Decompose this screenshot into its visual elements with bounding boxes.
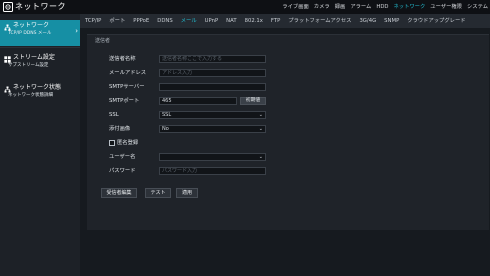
top-bar: ネットワーク ライブ画面 カメラ 録画 アラーム HDD ネットワーク ユーザー… [0, 0, 490, 14]
tab-tcpip[interactable]: TCP/IP [85, 14, 101, 28]
top-menu-hdd[interactable]: HDD [376, 0, 388, 14]
network-logo-icon [3, 2, 13, 12]
sidebar-item-title: ストリーム設定 [13, 54, 55, 61]
tab-upnp[interactable]: UPnP [205, 14, 219, 28]
chevron-down-icon: ⌄ [258, 154, 263, 160]
sender-name-input[interactable]: 送信者名称ここで入力する [159, 55, 266, 63]
password-input[interactable]: パスワード入力 [159, 167, 266, 175]
sidebar-item-title: ネットワーク状態 [13, 84, 62, 91]
main-content: 送信者 送信者名称 送信者名称ここで入力する メールアドレス アドレス入力 SM… [80, 28, 490, 276]
top-menu-alarm[interactable]: アラーム [350, 0, 371, 14]
tab-cloud-upgrade[interactable]: クラウドアップグレード [407, 14, 465, 28]
tab-ddns[interactable]: DDNS [157, 14, 172, 28]
sidebar-item-subtitle: ネットワーク状態詳細 [8, 93, 53, 98]
apply-button[interactable]: 適用 [176, 188, 198, 198]
top-menu: ライブ画面 カメラ 録画 アラーム HDD ネットワーク ユーザー権限 システム [277, 0, 488, 14]
tab-bar: TCP/IP ポート PPPoE DDNS メール UPnP NAT 802.1… [80, 14, 490, 28]
smtp-port-label: SMTPポート [109, 98, 140, 104]
smtp-port-input[interactable]: 465 [159, 97, 237, 105]
test-button[interactable]: テスト [145, 188, 171, 198]
sidebar-item-subtitle: サブストリーム設定 [8, 63, 49, 68]
anonymous-label: 匿名登録 [117, 140, 139, 146]
chevron-down-icon: ⌄ [258, 112, 263, 118]
ssl-label: SSL [109, 112, 119, 118]
network-icon [4, 24, 11, 31]
email-address-input[interactable]: アドレス入力 [159, 69, 266, 77]
password-label: パスワード [109, 168, 136, 174]
attach-image-select[interactable]: No ⌄ [159, 125, 266, 133]
sidebar-item-stream[interactable]: ストリーム設定 サブストリーム設定 [0, 52, 80, 78]
ssl-select[interactable]: SSL ⌄ [159, 111, 266, 119]
top-menu-network[interactable]: ネットワーク [393, 0, 425, 14]
tab-pppoe[interactable]: PPPoE [133, 14, 149, 28]
sidebar-item-network[interactable]: ネットワーク TCP/IP DDNS メール › [0, 20, 80, 46]
tab-nat[interactable]: NAT [226, 14, 236, 28]
grid-icon [4, 56, 11, 63]
ssl-select-value: SSL [162, 112, 172, 118]
tab-snmp[interactable]: SNMP [384, 14, 399, 28]
tab-3g4g[interactable]: 3G/4G [359, 14, 376, 28]
edit-receivers-button[interactable]: 受信者編集 [101, 188, 137, 198]
sidebar-divider [0, 47, 80, 48]
tab-ftp[interactable]: FTP [271, 14, 280, 28]
top-menu-user[interactable]: ユーザー権限 [430, 0, 462, 14]
chevron-down-icon: ⌄ [258, 126, 263, 132]
email-settings-panel: 送信者 送信者名称 送信者名称ここで入力する メールアドレス アドレス入力 SM… [87, 34, 489, 230]
top-menu-system[interactable]: システム [467, 0, 488, 14]
sidebar: ネットワーク TCP/IP DDNS メール › ストリーム設定 サブストリーム… [0, 14, 80, 276]
top-menu-camera[interactable]: カメラ [314, 0, 330, 14]
tab-8021x[interactable]: 802.1x [245, 14, 263, 28]
attach-image-select-value: No [162, 126, 169, 132]
top-menu-record[interactable]: 録画 [335, 0, 346, 14]
username-label: ユーザー名 [109, 154, 136, 160]
sidebar-item-network-status[interactable]: ネットワーク状態 ネットワーク状態詳細 [0, 82, 80, 108]
app-title: ネットワーク [15, 2, 66, 11]
top-menu-live[interactable]: ライブ画面 [282, 0, 309, 14]
chevron-right-icon: › [75, 27, 78, 35]
section-title: 送信者 [95, 38, 111, 44]
tab-platform-access[interactable]: プラットフォームアクセス [288, 14, 351, 28]
smtp-server-input[interactable] [159, 83, 266, 91]
smtp-server-label: SMTPサーバー [109, 84, 145, 90]
email-address-label: メールアドレス [109, 70, 147, 76]
tab-email[interactable]: メール [181, 14, 197, 28]
sidebar-item-title: ネットワーク [13, 22, 50, 29]
username-select[interactable]: ⌄ [159, 153, 266, 161]
network-status-icon [4, 86, 11, 93]
attach-image-label: 添付画像 [109, 126, 131, 132]
anonymous-checkbox[interactable] [109, 140, 115, 146]
sidebar-item-subtitle: TCP/IP DDNS メール [8, 31, 52, 36]
tab-port[interactable]: ポート [109, 14, 125, 28]
sender-name-label: 送信者名称 [109, 56, 136, 62]
reset-port-button[interactable]: 初期値 [240, 97, 266, 105]
